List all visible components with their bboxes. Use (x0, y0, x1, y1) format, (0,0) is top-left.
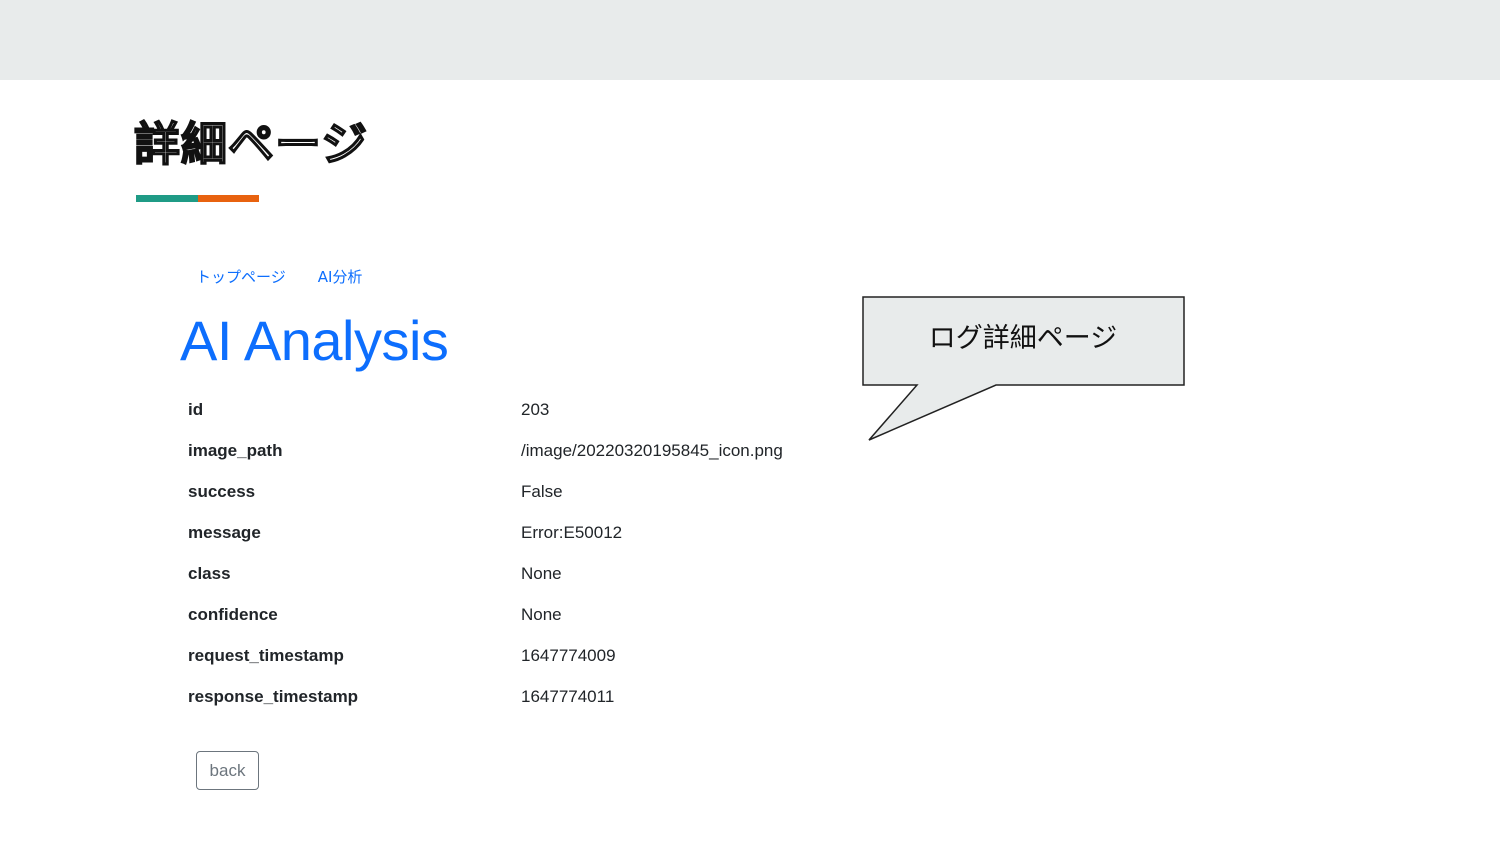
top-nav: トップページ AI分析 (196, 264, 394, 288)
nav-link-ai-analysis[interactable]: AI分析 (318, 266, 363, 287)
detail-value: None (521, 563, 562, 583)
detail-row-success: success False (188, 471, 828, 512)
detail-key: class (188, 563, 231, 583)
detail-row-confidence: confidence None (188, 594, 828, 635)
detail-row-image-path: image_path /image/20220320195845_icon.pn… (188, 430, 828, 471)
detail-row-class: class None (188, 553, 828, 594)
detail-value: None (521, 604, 562, 624)
detail-key: success (188, 481, 256, 501)
title-underline-teal (136, 195, 198, 202)
detail-key: image_path (188, 440, 283, 460)
detail-key: confidence (188, 604, 278, 624)
page-heading: AI Analysis (180, 309, 449, 372)
detail-key: response_timestamp (188, 686, 359, 706)
slide-title: 詳細ページ (133, 116, 369, 172)
detail-row-request-timestamp: request_timestamp 1647774009 (188, 635, 828, 676)
top-band (0, 0, 1500, 80)
detail-row-message: message Error:E50012 (188, 512, 828, 553)
detail-key: id (188, 399, 204, 419)
detail-value: 203 (521, 399, 550, 419)
detail-value: 1647774009 (521, 645, 616, 665)
detail-key: request_timestamp (188, 645, 344, 665)
detail-row-response-timestamp: response_timestamp 1647774011 (188, 676, 828, 717)
callout-text: ログ詳細ページ (928, 323, 1118, 354)
nav-link-top-page[interactable]: トップページ (196, 266, 286, 287)
detail-value: /image/20220320195845_icon.png (521, 440, 783, 460)
detail-value: 1647774011 (521, 686, 615, 706)
title-underline-orange (197, 195, 259, 202)
detail-key: message (188, 522, 261, 542)
detail-row-id: id 203 (188, 389, 828, 430)
detail-value: False (521, 481, 563, 501)
back-button[interactable]: back (196, 751, 259, 790)
detail-value: Error:E50012 (521, 522, 623, 542)
title-underline (136, 195, 259, 202)
detail-table: id 203 image_path /image/20220320195845_… (188, 389, 828, 717)
callout-bubble: ログ詳細ページ (862, 296, 1192, 446)
